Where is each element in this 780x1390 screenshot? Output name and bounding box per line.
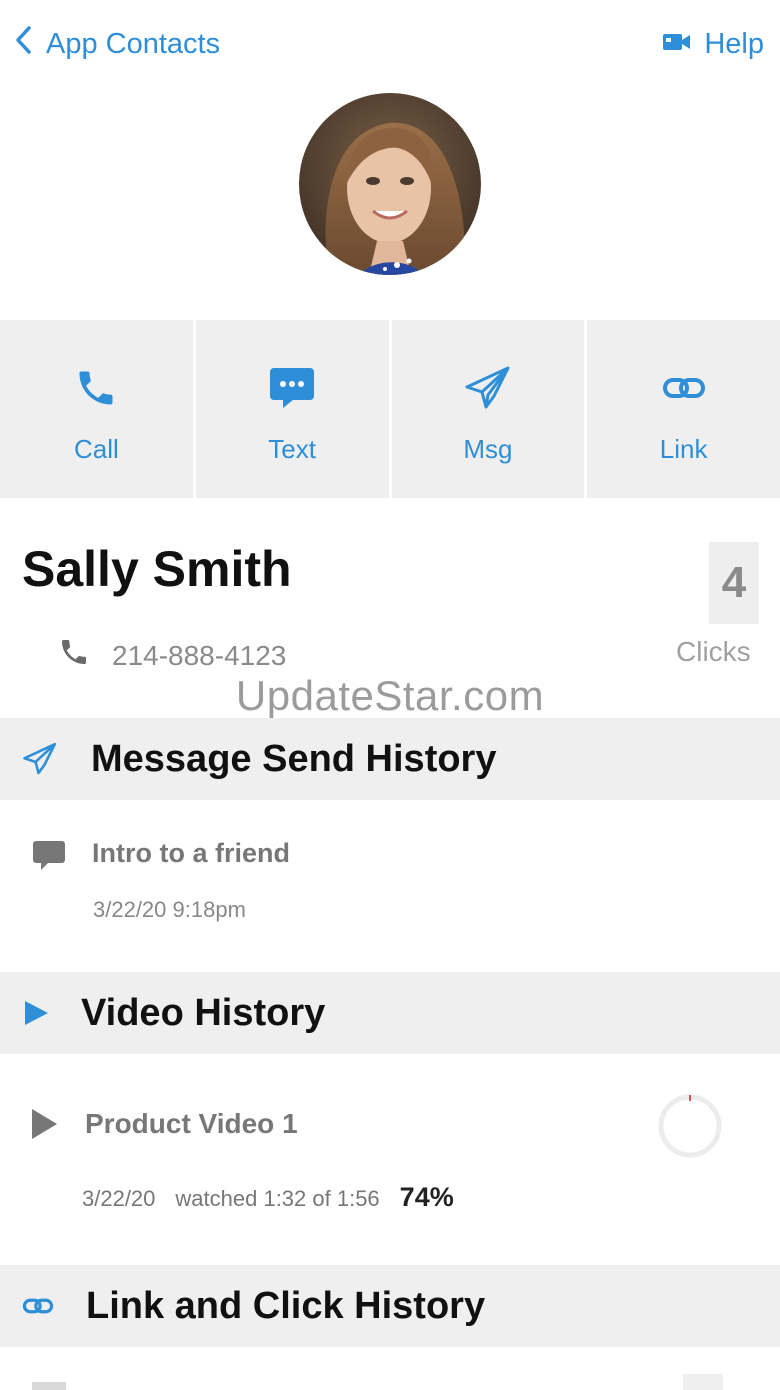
chat-bubble-icon [32,840,66,877]
call-button[interactable]: Call [0,320,193,498]
paper-plane-icon [22,718,58,800]
video-title[interactable]: Product Video 1 [85,1108,298,1140]
phone-icon [58,636,90,675]
help-label: Help [704,27,764,60]
text-button[interactable]: Text [195,320,389,498]
progress-ring-icon [657,1093,723,1164]
action-bar: Call Text Msg Link [0,320,780,498]
video-meta: 3/22/20 watched 1:32 of 1:56 74% [82,1182,454,1213]
chat-bubble-icon [269,362,315,414]
video-watched: watched 1:32 of 1:56 [175,1186,380,1211]
msg-button[interactable]: Msg [391,320,585,498]
video-history-title: Video History [81,991,326,1034]
msg-label: Msg [463,434,513,464]
clicks-count: 4 [709,542,759,624]
back-label: App Contacts [46,27,221,60]
clicks-label: Clicks [676,636,751,667]
link-icon [22,1265,54,1347]
phone-number: 214-888-4123 [112,639,287,671]
link-history-title: Link and Click History [86,1284,486,1327]
text-label: Text [268,434,316,464]
contact-phone[interactable]: 214-888-4123 [58,636,286,675]
video-percent: 74% [399,1182,454,1212]
list-item [32,1382,66,1390]
help-button[interactable]: Help [662,26,764,62]
list-item [683,1374,723,1390]
link-history-header[interactable]: Link and Click History [0,1265,780,1347]
link-button[interactable]: Link [587,320,780,498]
chevron-left-icon [14,25,32,63]
back-button[interactable]: App Contacts [14,26,220,62]
contact-name: Sally Smith [22,541,292,597]
top-bar: App Contacts Help [0,0,780,88]
message-date: 3/22/20 9:18pm [93,897,246,922]
video-date: 3/22/20 [82,1186,156,1211]
message-title[interactable]: Intro to a friend [92,838,290,869]
video-history-header[interactable]: Video History [0,972,780,1054]
watermark: UpdateStar.com [235,672,545,719]
message-history-header[interactable]: Message Send History [0,718,780,800]
avatar [299,93,481,275]
call-label: Call [73,434,119,464]
message-history-title: Message Send History [91,737,497,780]
paper-plane-icon [464,362,512,414]
play-icon [22,972,50,1054]
link-label: Link [659,434,708,464]
link-icon [662,362,706,414]
phone-icon [74,362,118,414]
video-camera-icon [662,28,692,61]
play-icon [30,1108,58,1145]
